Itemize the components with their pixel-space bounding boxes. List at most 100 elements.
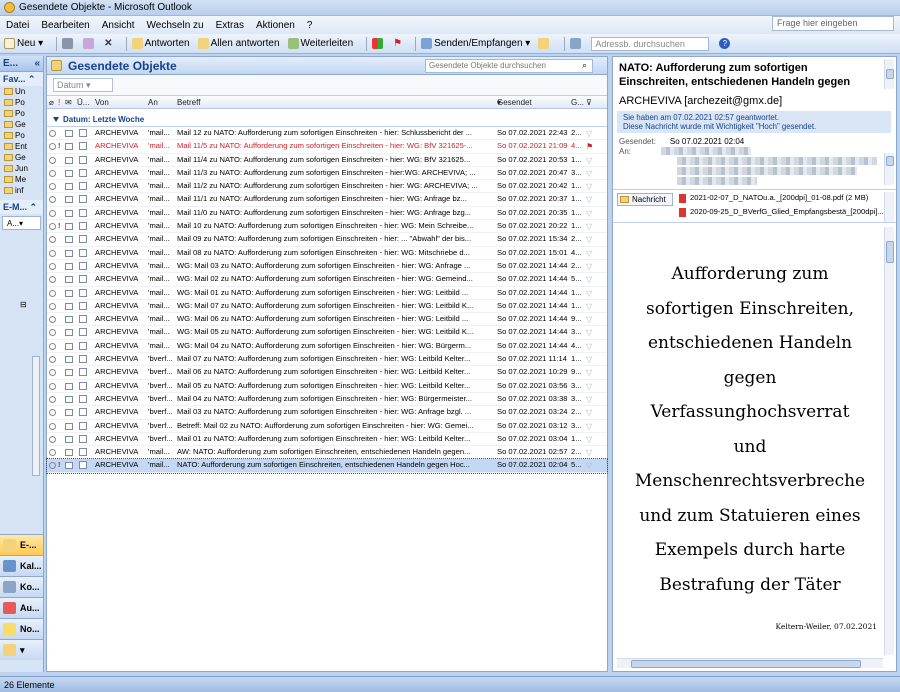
nav-button-mail[interactable]: E-... — [0, 534, 43, 555]
favorite-folder[interactable]: Po — [0, 130, 43, 141]
filter-icon[interactable]: ⊽ — [586, 98, 592, 107]
status-checkbox[interactable] — [79, 434, 87, 443]
status-checkbox[interactable] — [79, 341, 87, 350]
reply-all-button[interactable]: Allen antworten — [197, 38, 280, 49]
attachment-scrollbar[interactable] — [884, 192, 894, 222]
read-column-icon[interactable]: ✉ — [65, 98, 72, 107]
column-status[interactable]: Ü... — [77, 98, 89, 107]
flag-icon[interactable]: ▽ — [586, 235, 595, 243]
nav-button-contacts[interactable]: Ko... — [0, 576, 43, 597]
group-header[interactable]: Datum: Letzte Woche — [47, 113, 607, 127]
status-checkbox[interactable] — [79, 448, 87, 457]
column-to[interactable]: An — [148, 98, 158, 107]
flag-icon[interactable]: ▽ — [586, 422, 595, 430]
flag-icon[interactable]: ▽ — [586, 195, 595, 203]
menu-ansicht[interactable]: Ansicht — [102, 20, 135, 31]
mail-row[interactable]: ARCHEVIVA 'mail... AW: NATO: Aufforderung … — [47, 446, 607, 460]
scroll-thumb[interactable] — [886, 156, 894, 166]
status-checkbox[interactable] — [79, 408, 87, 417]
delete-button[interactable]: ✕ — [104, 38, 112, 49]
favorite-folder[interactable]: Jun — [0, 163, 43, 174]
status-checkbox[interactable] — [79, 195, 87, 204]
status-checkbox[interactable] — [79, 182, 87, 191]
help-search-input[interactable]: Frage hier eingeben — [772, 16, 894, 31]
flag-icon[interactable]: ▽ — [586, 461, 595, 469]
flag-button[interactable]: ⚑ — [393, 38, 402, 49]
mail-row[interactable]: ARCHEVIVA 'mail... Mail 09 zu NATO: Auffor… — [47, 233, 607, 247]
status-checkbox[interactable] — [79, 142, 87, 151]
status-checkbox[interactable] — [79, 301, 87, 310]
body-horizontal-scrollbar[interactable] — [617, 658, 883, 668]
mail-row[interactable]: ARCHEVIVA 'mail... WG: Mail 06 zu NATO: Au… — [47, 313, 607, 327]
mail-row[interactable]: ARCHEVIVA 'mail... Mail 11/2 zu NATO: Auff… — [47, 180, 607, 194]
nav-button-tasks[interactable]: Au... — [0, 597, 43, 618]
help-button[interactable]: ? — [719, 38, 731, 49]
send-receive-button[interactable]: Senden/Empfangen ▾ — [421, 38, 530, 49]
favorite-folder[interactable]: Un — [0, 86, 43, 97]
expand-icon[interactable]: ⊟ — [20, 300, 27, 309]
mail-row[interactable]: ! ARCHEVIVA 'mail... Mail 10 zu NATO: Auffo… — [47, 220, 607, 234]
mail-row[interactable]: ARCHEVIVA 'mail... Mail 12 zu NATO: Auffor… — [47, 127, 607, 141]
mail-row[interactable]: ARCHEVIVA 'bverf... Betreff: Mail 02 zu NA… — [47, 420, 607, 433]
mail-row[interactable]: ARCHEVIVA 'bverf... Mail 04 zu NATO: Auffo… — [47, 393, 607, 407]
move-button[interactable] — [83, 38, 96, 49]
column-size[interactable]: G... — [571, 98, 584, 107]
status-checkbox[interactable] — [79, 235, 87, 244]
mail-row[interactable]: ARCHEVIVA 'mail... WG: Mail 01 zu NATO: Au… — [47, 287, 607, 300]
mail-row[interactable]: ARCHEVIVA 'bverf... Mail 01 zu NATO: Auffo… — [47, 433, 607, 447]
mail-row[interactable]: ARCHEVIVA 'mail... Mail 11/4 zu NATO: Auff… — [47, 154, 607, 167]
status-checkbox[interactable] — [79, 381, 87, 390]
menu-aktionen[interactable]: Aktionen — [256, 20, 295, 31]
mail-row[interactable]: ARCHEVIVA 'mail... WG: Mail 05 zu NATO: Au… — [47, 326, 607, 340]
status-checkbox[interactable] — [79, 368, 87, 377]
status-checkbox[interactable] — [79, 328, 87, 337]
status-checkbox[interactable] — [79, 248, 87, 257]
flag-icon[interactable]: ▽ — [586, 448, 595, 456]
message-tab[interactable]: Nachricht — [617, 193, 673, 206]
mail-row[interactable]: ARCHEVIVA 'bverf... Mail 07 zu NATO: Auffo… — [47, 353, 607, 367]
forward-button[interactable]: Weiterleiten — [287, 38, 353, 49]
mail-row[interactable]: ARCHEVIVA 'mail... WG: Mail 04 zu NATO: Au… — [47, 340, 607, 354]
info-bar[interactable]: Sie haben am 07.02.2021 02:57 geantworte… — [617, 111, 891, 133]
mail-row[interactable]: ! ARCHEVIVA 'mail... Mail 11/5 zu NATO: Auf… — [47, 140, 607, 154]
status-checkbox[interactable] — [79, 315, 87, 324]
menu-wechseln-zu[interactable]: Wechseln zu — [147, 20, 204, 31]
collapse-icon[interactable]: « — [34, 58, 40, 69]
favorite-folder[interactable]: inf — [0, 185, 43, 196]
flag-icon[interactable]: ▽ — [586, 408, 595, 416]
print-button[interactable] — [62, 38, 75, 49]
address-search-input[interactable]: Adressb. durchsuchen — [591, 36, 710, 51]
flag-icon[interactable]: ▽ — [586, 382, 595, 390]
mail-folders-header[interactable]: E-M... ⌃ — [0, 200, 43, 214]
status-checkbox[interactable] — [79, 222, 87, 231]
flag-icon[interactable]: ▽ — [586, 182, 595, 190]
flag-icon[interactable]: ▽ — [586, 209, 595, 217]
mail-row[interactable]: ARCHEVIVA 'mail... WG: Mail 02 zu NATO: Au… — [47, 273, 607, 287]
flag-icon[interactable]: ▽ — [586, 328, 595, 336]
flag-icon[interactable]: ▽ — [586, 156, 595, 164]
status-checkbox[interactable] — [79, 208, 87, 217]
mail-row[interactable]: ARCHEVIVA 'bverf... Mail 03 zu NATO: Auffo… — [47, 406, 607, 420]
flag-icon[interactable]: ⚑ — [586, 142, 595, 150]
status-checkbox[interactable] — [79, 288, 87, 297]
scroll-thumb[interactable] — [886, 241, 894, 263]
status-checkbox[interactable] — [79, 168, 87, 177]
recipients-scrollbar[interactable] — [884, 153, 894, 185]
attachment-item[interactable]: 2021-02-07_D_NATOu.a._[200dpi]_01-08.pdf… — [679, 193, 883, 203]
menu-bearbeiten[interactable]: Bearbeiten — [41, 20, 89, 31]
favorite-folder[interactable]: Po — [0, 97, 43, 108]
new-button[interactable]: Neu ▾ — [4, 38, 43, 49]
flag-icon[interactable]: ▽ — [586, 302, 595, 310]
scroll-thumb[interactable] — [886, 69, 894, 79]
folder-tree[interactable]: ⊟ — [0, 232, 43, 322]
attachment-column-icon[interactable]: ⌀ — [49, 98, 54, 107]
nav-button-calendar[interactable]: Kal... — [0, 555, 43, 576]
arrange-by-dropdown[interactable]: Datum ▾ — [53, 78, 113, 92]
importance-column-icon[interactable]: ! — [58, 98, 60, 107]
favorite-folder[interactable]: Ent — [0, 141, 43, 152]
mail-row[interactable]: ARCHEVIVA 'mail... Mail 11/0 zu NATO: Auff… — [47, 207, 607, 221]
mail-row[interactable]: ARCHEVIVA 'mail... Mail 11/1 zu NATO: Auff… — [47, 193, 607, 207]
scroll-thumb[interactable] — [631, 660, 861, 668]
folder-up-button[interactable] — [538, 38, 551, 49]
nav-button-more[interactable]: ▾ — [0, 639, 43, 660]
